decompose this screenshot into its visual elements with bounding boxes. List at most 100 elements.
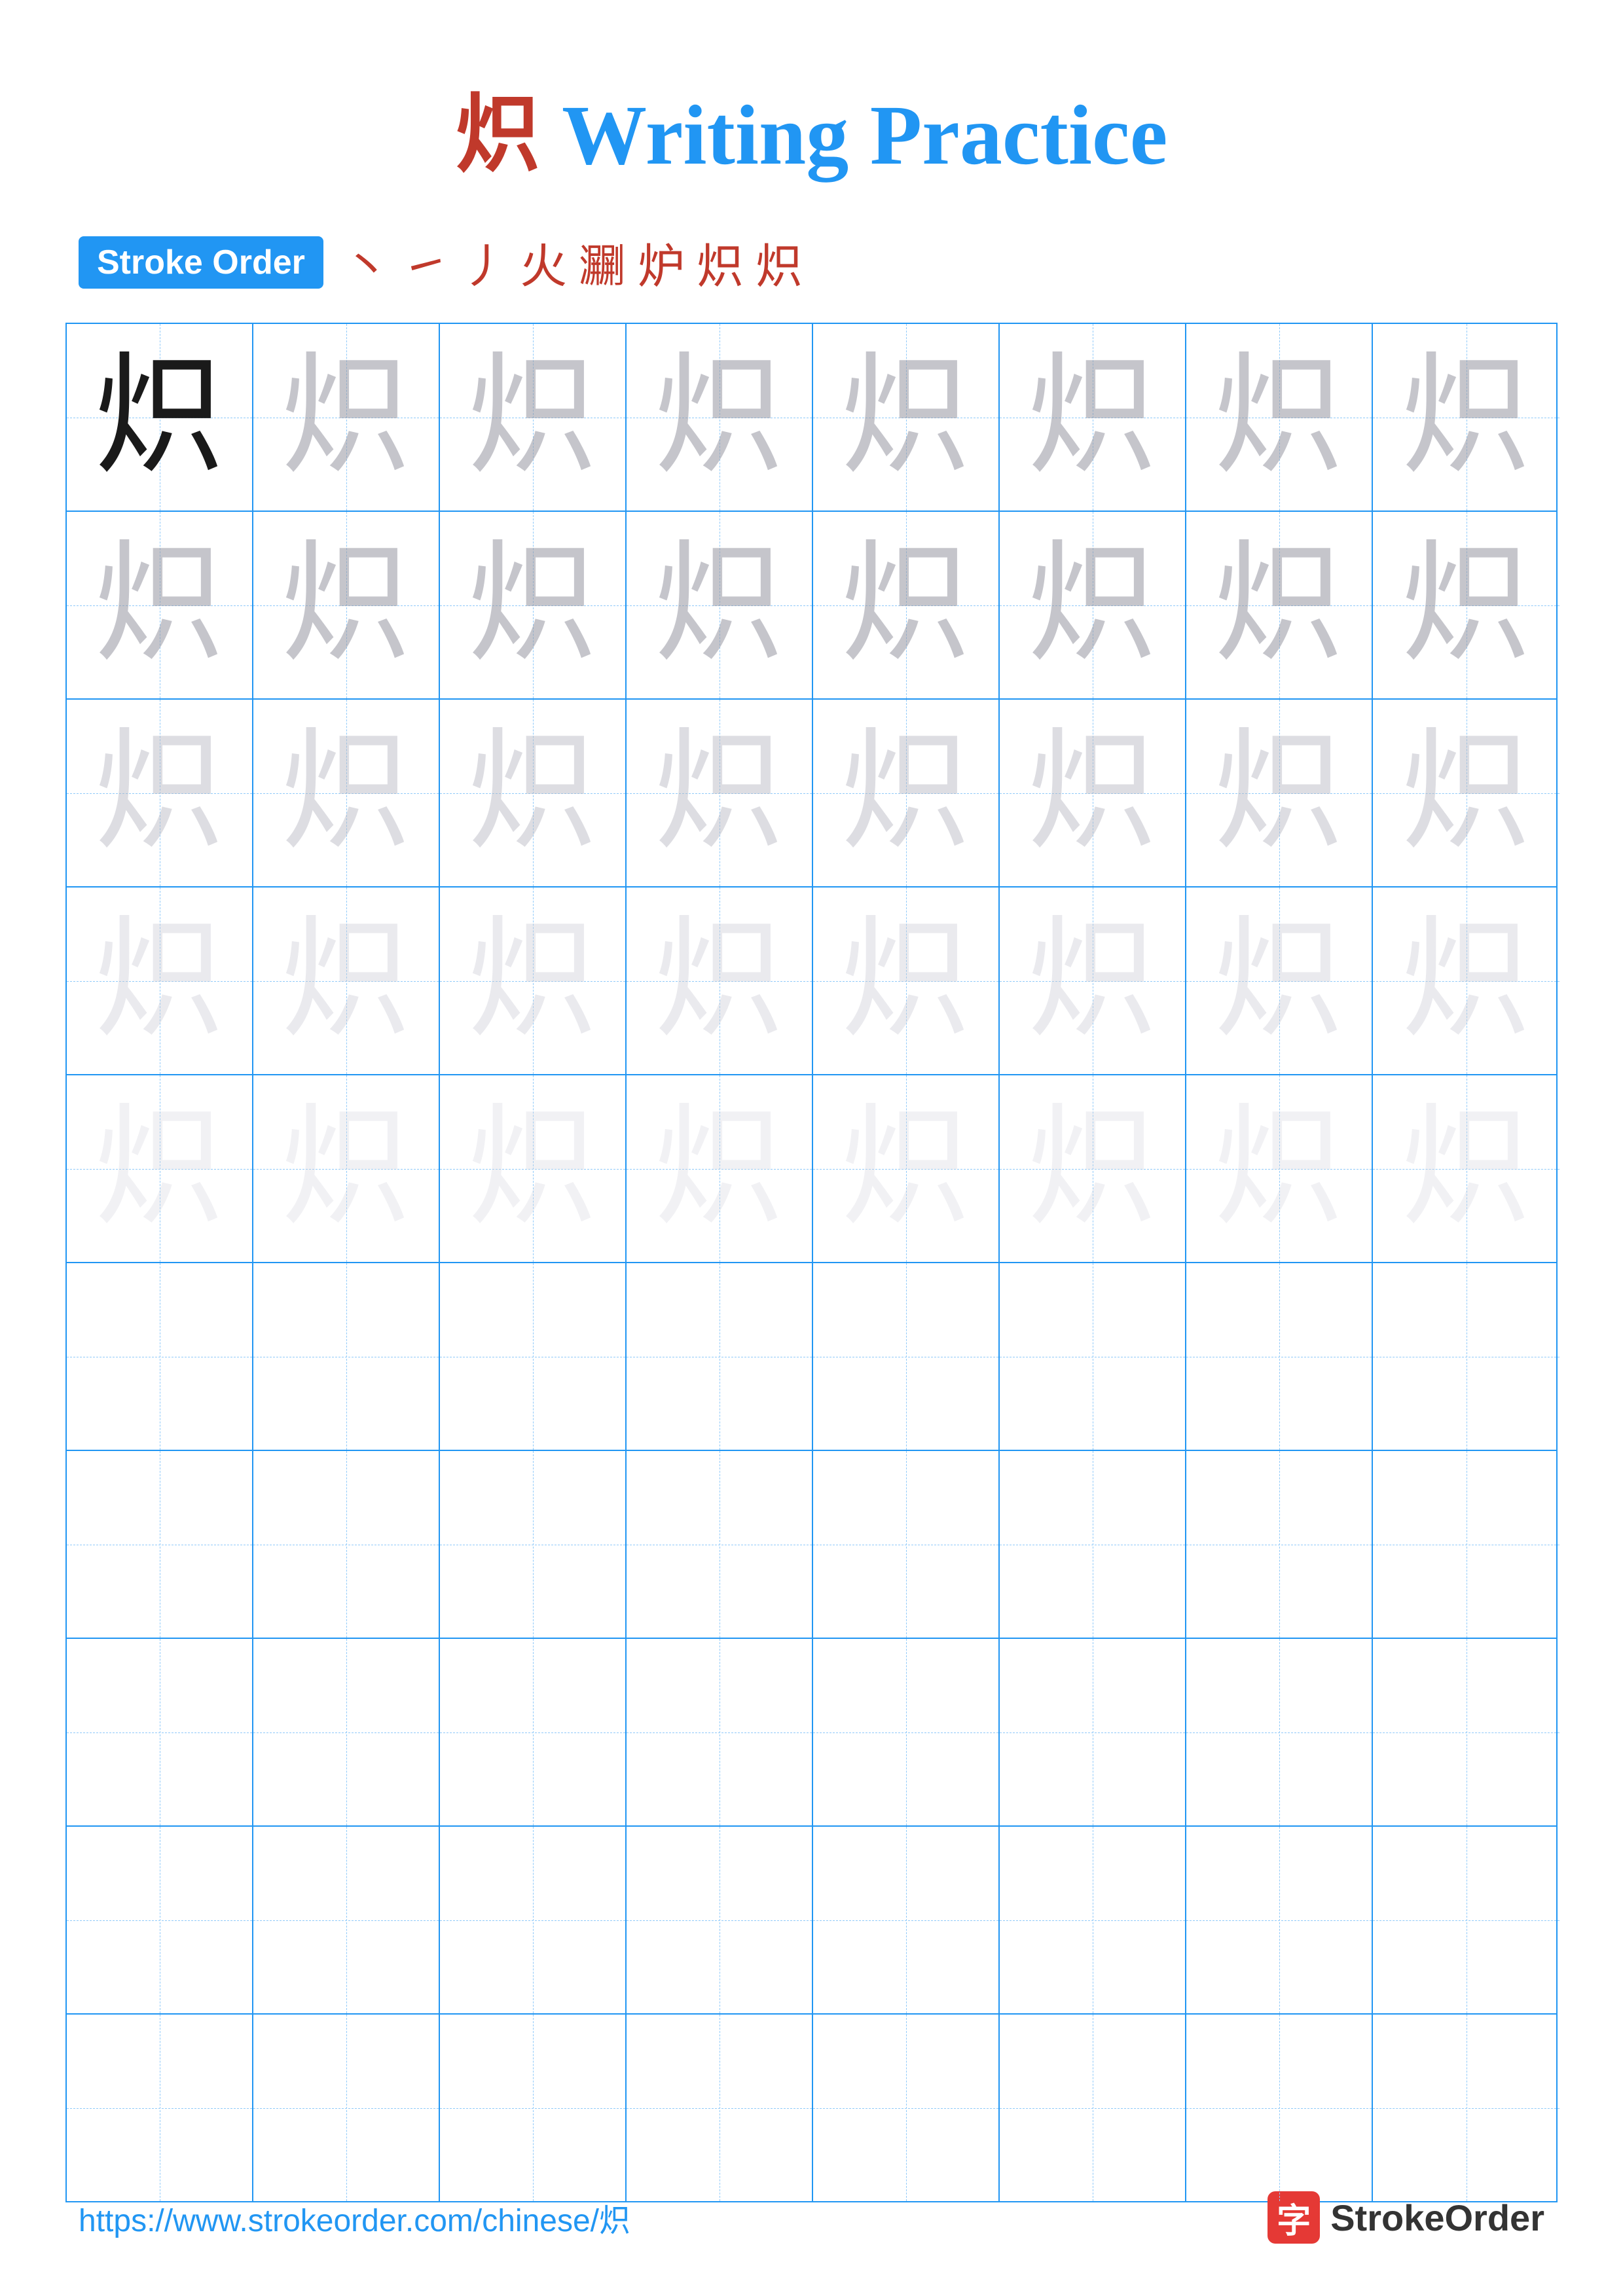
- char-guide: 炽: [1213, 352, 1344, 483]
- stroke-6: 炉: [638, 228, 685, 296]
- grid-cell-empty[interactable]: [813, 1451, 1000, 1638]
- grid-cell-empty[interactable]: [253, 1451, 440, 1638]
- grid-cell[interactable]: 炽: [1186, 700, 1373, 886]
- grid-cell-empty[interactable]: [253, 2015, 440, 2201]
- char-guide: 炽: [94, 916, 225, 1047]
- grid-cell-empty[interactable]: [1373, 1451, 1559, 1638]
- grid-cell[interactable]: 炽: [253, 888, 440, 1074]
- grid-cell[interactable]: 炽: [813, 700, 1000, 886]
- grid-cell-empty[interactable]: [1000, 1451, 1186, 1638]
- grid-cell-empty[interactable]: [67, 1263, 253, 1450]
- grid-cell-empty[interactable]: [440, 1827, 627, 2013]
- grid-cell-empty[interactable]: [440, 1639, 627, 1825]
- grid-cell[interactable]: 炽: [67, 1075, 253, 1262]
- stroke-1: 丶: [343, 228, 390, 296]
- char-guide: 炽: [467, 540, 598, 671]
- grid-cell[interactable]: 炽: [813, 512, 1000, 698]
- grid-cell[interactable]: 炽: [253, 324, 440, 511]
- grid-cell[interactable]: 炽: [67, 512, 253, 698]
- grid-cell[interactable]: 炽: [627, 700, 813, 886]
- char-guide: 炽: [1400, 352, 1531, 483]
- grid-cell-empty[interactable]: [440, 1451, 627, 1638]
- grid-cell[interactable]: 炽: [67, 324, 253, 511]
- char-guide: 炽: [840, 728, 971, 859]
- grid-cell[interactable]: 炽: [440, 1075, 627, 1262]
- grid-cell-empty[interactable]: [253, 1827, 440, 2013]
- grid-cell[interactable]: 炽: [1373, 888, 1559, 1074]
- grid-cell-empty[interactable]: [1186, 1263, 1373, 1450]
- grid-cell[interactable]: 炽: [67, 888, 253, 1074]
- grid-cell-empty[interactable]: [627, 1639, 813, 1825]
- grid-cell[interactable]: 炽: [1186, 512, 1373, 698]
- grid-cell[interactable]: 炽: [67, 700, 253, 886]
- grid-cell[interactable]: 炽: [1373, 324, 1559, 511]
- stroke-4: 火: [520, 228, 567, 296]
- grid-cell-empty[interactable]: [1000, 1639, 1186, 1825]
- grid-cell-empty[interactable]: [67, 2015, 253, 2201]
- grid-cell-empty[interactable]: [1186, 2015, 1373, 2201]
- grid-cell[interactable]: 炽: [1186, 888, 1373, 1074]
- writing-grid: 炽 炽 炽 炽 炽 炽 炽 炽 炽 炽 炽 炽 炽 炽 炽 炽 炽 炽 炽 炽 …: [65, 323, 1558, 2202]
- grid-cell[interactable]: 炽: [253, 512, 440, 698]
- grid-cell[interactable]: 炽: [440, 324, 627, 511]
- grid-cell[interactable]: 炽: [1373, 700, 1559, 886]
- grid-cell-empty[interactable]: [1186, 1639, 1373, 1825]
- footer-url[interactable]: https://www.strokeorder.com/chinese/炽: [79, 2195, 630, 2240]
- char-guide: 炽: [1400, 916, 1531, 1047]
- grid-cell-empty[interactable]: [627, 1263, 813, 1450]
- stroke-5: 㶜: [579, 228, 626, 296]
- grid-cell-empty[interactable]: [1000, 1827, 1186, 2013]
- grid-cell[interactable]: 炽: [1000, 888, 1186, 1074]
- grid-cell[interactable]: 炽: [1373, 512, 1559, 698]
- char-guide: 炽: [1400, 728, 1531, 859]
- grid-cell-empty[interactable]: [440, 1263, 627, 1450]
- grid-cell[interactable]: 炽: [1000, 324, 1186, 511]
- grid-cell-empty[interactable]: [67, 1451, 253, 1638]
- footer-brand: 字 StrokeOrder: [1267, 2191, 1544, 2244]
- grid-cell[interactable]: 炽: [1373, 1075, 1559, 1262]
- grid-cell-empty[interactable]: [1373, 2015, 1559, 2201]
- char-guide: 炽: [840, 916, 971, 1047]
- grid-cell[interactable]: 炽: [1000, 512, 1186, 698]
- grid-cell[interactable]: 炽: [253, 700, 440, 886]
- grid-cell-empty[interactable]: [627, 1827, 813, 2013]
- grid-cell-empty[interactable]: [67, 1827, 253, 2013]
- grid-cell-empty[interactable]: [813, 1827, 1000, 2013]
- grid-cell-empty[interactable]: [1186, 1827, 1373, 2013]
- grid-cell-empty[interactable]: [813, 2015, 1000, 2201]
- grid-cell[interactable]: 炽: [1186, 1075, 1373, 1262]
- grid-cell[interactable]: 炽: [813, 324, 1000, 511]
- grid-cell-empty[interactable]: [1186, 1451, 1373, 1638]
- char-guide: 炽: [1027, 540, 1158, 671]
- grid-cell[interactable]: 炽: [440, 888, 627, 1074]
- grid-cell-empty[interactable]: [253, 1639, 440, 1825]
- grid-cell[interactable]: 炽: [440, 700, 627, 886]
- grid-cell-empty[interactable]: [67, 1639, 253, 1825]
- grid-cell-empty[interactable]: [1373, 1639, 1559, 1825]
- grid-cell[interactable]: 炽: [813, 888, 1000, 1074]
- grid-cell-empty[interactable]: [627, 2015, 813, 2201]
- grid-cell[interactable]: 炽: [627, 324, 813, 511]
- grid-cell-empty[interactable]: [1000, 2015, 1186, 2201]
- grid-cell[interactable]: 炽: [1000, 1075, 1186, 1262]
- grid-cell-empty[interactable]: [1000, 1263, 1186, 1450]
- grid-cell-empty[interactable]: [1373, 1827, 1559, 2013]
- grid-cell-empty[interactable]: [440, 2015, 627, 2201]
- grid-row: 炽 炽 炽 炽 炽 炽 炽 炽: [67, 1075, 1556, 1263]
- grid-cell-empty[interactable]: [813, 1263, 1000, 1450]
- grid-cell-empty[interactable]: [627, 1451, 813, 1638]
- grid-cell[interactable]: 炽: [627, 888, 813, 1074]
- grid-cell[interactable]: 炽: [253, 1075, 440, 1262]
- grid-cell[interactable]: 炽: [813, 1075, 1000, 1262]
- grid-cell-empty[interactable]: [1373, 1263, 1559, 1450]
- grid-cell[interactable]: 炽: [1186, 324, 1373, 511]
- grid-cell[interactable]: 炽: [627, 512, 813, 698]
- grid-cell[interactable]: 炽: [1000, 700, 1186, 886]
- grid-cell[interactable]: 炽: [627, 1075, 813, 1262]
- page-title: 炽 Writing Practice: [0, 0, 1623, 228]
- brand-icon: 字: [1267, 2191, 1320, 2244]
- grid-cell-empty[interactable]: [813, 1639, 1000, 1825]
- grid-cell-empty[interactable]: [253, 1263, 440, 1450]
- char-guide: 炽: [467, 1103, 598, 1234]
- grid-cell[interactable]: 炽: [440, 512, 627, 698]
